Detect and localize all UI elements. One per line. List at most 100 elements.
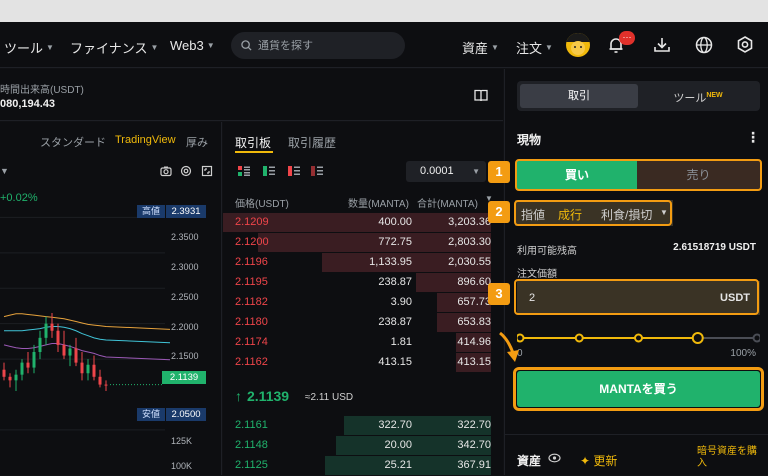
ask-total: 653.83 <box>457 316 491 328</box>
browser-strip <box>0 0 768 22</box>
ask-row[interactable]: 2.1182 3.90 657.73 <box>223 292 503 313</box>
orderbook-both-icon[interactable] <box>238 165 250 177</box>
fullscreen-icon[interactable] <box>201 165 213 177</box>
amount-slider[interactable] <box>517 331 760 345</box>
high-value: 2.3931 <box>166 205 206 218</box>
orderbook-list-icon[interactable] <box>311 165 323 177</box>
more-icon[interactable]: ⋮ <box>746 129 760 146</box>
ticker-stats: 時間出来高(USDT) 080,194.43 <box>0 69 503 121</box>
price-tick: 2.2000 <box>171 322 199 332</box>
trade-panel: 取引 ツールNEW 現物 ⋮ 買い 売り 指値 成行 利食/損切 ▼ 利用可能残… <box>504 69 768 475</box>
ask-total: 414.96 <box>457 336 491 348</box>
ask-qty: 3.90 <box>390 296 412 308</box>
candle-body <box>20 362 24 375</box>
last-price-usd: ≈2.11 USD <box>305 392 354 403</box>
interval-caret[interactable]: ▼ <box>0 166 9 176</box>
tab-trade[interactable]: 取引 <box>520 84 638 108</box>
bid-total: 322.70 <box>457 419 491 431</box>
bid-total: 367.91 <box>457 459 491 471</box>
step-badge-1: 1 <box>488 161 510 183</box>
highlight-3 <box>513 367 764 411</box>
bid-row[interactable]: 2.1161 322.70 322.70 <box>223 415 503 436</box>
slider-stop <box>634 333 643 343</box>
ask-row[interactable]: 2.1209 400.00 3,203.36 <box>223 212 503 233</box>
nav-finance[interactable]: ファイナンス ▼ <box>70 38 158 57</box>
price-tick: 2.3000 <box>171 262 199 272</box>
precision-select[interactable]: 0.0001 ▼ <box>406 161 486 182</box>
bid-qty: 25.21 <box>384 459 412 471</box>
bid-row[interactable]: 2.1148 20.00 342.70 <box>223 435 503 456</box>
candle-body <box>38 337 42 352</box>
tab-orderbook[interactable]: 取引板 <box>235 134 271 151</box>
camera-icon[interactable] <box>160 165 172 177</box>
bid-price: 2.1148 <box>235 439 268 451</box>
orderbook-bids-icon[interactable] <box>263 165 275 177</box>
candle-body <box>44 323 48 338</box>
low-value: 2.0500 <box>166 408 206 421</box>
candle-body <box>8 376 12 381</box>
volume-label: 時間出来高(USDT) <box>0 85 84 96</box>
ask-row[interactable]: 2.1200 772.75 2,803.30 <box>223 232 503 253</box>
volume-value: 080,194.43 <box>0 98 56 110</box>
avatar[interactable] <box>566 33 590 57</box>
bid-price: 2.1125 <box>235 459 268 471</box>
price-tick: 2.3500 <box>171 232 199 242</box>
candle-body <box>26 362 30 368</box>
highlight-1 <box>515 159 762 191</box>
search-box[interactable] <box>231 32 405 59</box>
section-spot: 現物 <box>517 133 542 147</box>
book-icon[interactable] <box>474 89 488 102</box>
candle-body <box>32 352 36 368</box>
settings-icon[interactable] <box>735 35 755 55</box>
nav-web3[interactable]: Web3 ▼ <box>170 38 215 53</box>
candle-body <box>2 369 6 377</box>
eye-icon[interactable] <box>548 453 561 463</box>
volume-tick: 125K <box>171 436 193 446</box>
arrow-annotation <box>499 331 519 362</box>
bid-qty: 322.70 <box>378 419 412 431</box>
ma-line <box>3 343 171 361</box>
ask-qty: 772.75 <box>378 236 412 248</box>
tab-tools[interactable]: ツールNEW <box>639 84 757 108</box>
refresh-icon: ✦ <box>580 454 591 468</box>
orderbook-asks-icon[interactable] <box>288 165 300 177</box>
candle-body <box>56 330 60 345</box>
ask-row[interactable]: 2.1162 413.15 413.15 <box>223 352 503 373</box>
ask-total: 2,803.30 <box>448 236 491 248</box>
ask-qty: 1.81 <box>390 336 412 348</box>
ask-total: 3,203.36 <box>448 216 491 228</box>
high-tag: 高値 <box>137 205 165 218</box>
search-input[interactable] <box>258 39 388 52</box>
nav-assets[interactable]: 資産 ▼ <box>462 38 499 57</box>
buy-crypto-link[interactable]: 暗号資産を購入 <box>697 446 761 470</box>
candle-body <box>98 376 102 385</box>
candle-body <box>62 344 66 356</box>
globe-icon[interactable] <box>694 35 714 55</box>
ask-total: 2,030.55 <box>448 256 491 268</box>
assets-label: 資産 <box>517 454 542 468</box>
tab-trade-history[interactable]: 取引履歴 <box>288 134 336 151</box>
price-tick: 2.1500 <box>171 351 199 361</box>
top-nav: ツール▼ ファイナンス▼ Web3▼ 資産▼ 注文▼ ··· <box>0 22 768 68</box>
step-badge-2: 2 <box>488 201 510 223</box>
ask-total: 413.15 <box>457 356 491 368</box>
candle-body <box>80 362 84 374</box>
bid-row[interactable]: 2.1125 25.21 367.91 <box>223 455 503 476</box>
ask-price: 2.1180 <box>235 316 268 328</box>
chart-tab-depth[interactable]: 厚み <box>186 134 208 150</box>
nav-tools[interactable]: ツール ▼ <box>4 38 54 57</box>
download-icon[interactable] <box>652 35 672 55</box>
ask-row[interactable]: 2.1180 238.87 653.83 <box>223 312 503 333</box>
ask-row[interactable]: 2.1174 1.81 414.96 <box>223 332 503 353</box>
nav-orders[interactable]: 注文 ▼ <box>516 38 553 57</box>
candle-body <box>92 364 96 377</box>
refresh-link[interactable]: ✦ 更新 <box>580 452 617 469</box>
volume-tick: 100K <box>171 461 193 471</box>
ask-row[interactable]: 2.1196 1,133.95 2,030.55 <box>223 252 503 273</box>
chart-tab-tradingview[interactable]: TradingView <box>115 134 176 146</box>
chart-tab-standard[interactable]: スタンダード <box>40 134 106 150</box>
chart-panel: スタンダード TradingView 厚み ▼ +0.02% 高値 2.3931… <box>0 122 222 475</box>
chart-settings-icon[interactable] <box>180 165 192 177</box>
ask-row[interactable]: 2.1195 238.87 896.60 <box>223 272 503 293</box>
step-badge-3: 3 <box>488 283 510 305</box>
